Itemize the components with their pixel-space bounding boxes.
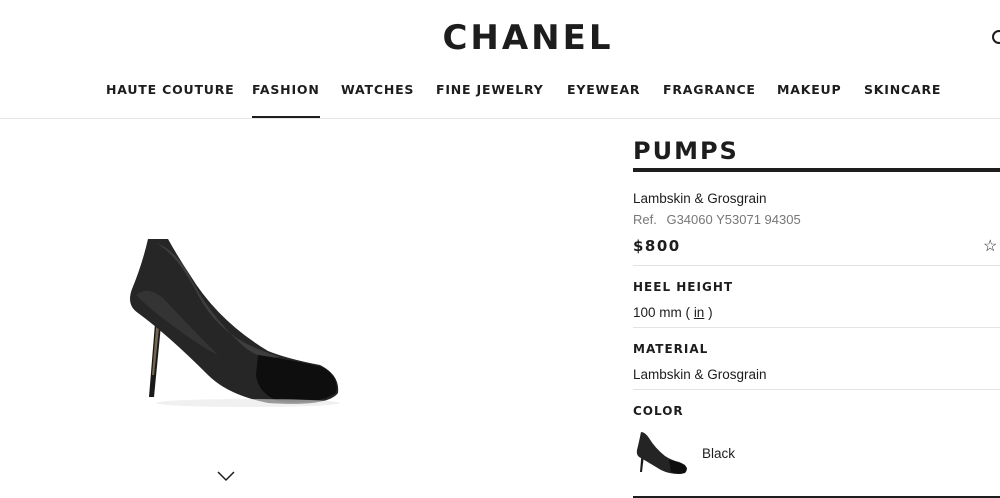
nav-item-watches[interactable]: WATCHES	[341, 82, 414, 119]
paren-open: (	[685, 305, 691, 320]
nav-item-eyewear[interactable]: EYEWEAR	[567, 82, 640, 119]
nav-item-makeup[interactable]: MAKEUP	[777, 82, 841, 119]
divider	[633, 327, 1000, 328]
product-price: $800	[633, 237, 681, 255]
heel-height-label: HEEL HEIGHT	[633, 280, 734, 294]
ref-value: G34060 Y53071 94305	[666, 212, 801, 227]
paren-close: )	[708, 305, 713, 320]
search-icon[interactable]	[992, 30, 1000, 44]
color-swatch-black[interactable]	[633, 428, 689, 476]
nav-divider	[0, 118, 1000, 119]
heel-height-value: 100 mm ( in )	[633, 305, 713, 320]
product-image[interactable]	[108, 225, 348, 410]
star-icon[interactable]: ☆	[983, 236, 997, 256]
nav-item-haute-couture[interactable]: HAUTE COUTURE	[106, 82, 235, 119]
nav-item-skincare[interactable]: SKINCARE	[864, 82, 941, 119]
unit-toggle-link[interactable]: in	[694, 305, 705, 320]
nav-item-fine-jewelry[interactable]: FINE JEWELRY	[436, 82, 544, 119]
chevron-down-icon[interactable]	[217, 470, 235, 482]
material-value: Lambskin & Grosgrain	[633, 367, 767, 382]
product-reference: Ref. G34060 Y53071 94305	[633, 212, 801, 227]
divider	[633, 389, 1000, 390]
nav-item-fragrance[interactable]: FRAGRANCE	[663, 82, 756, 119]
heel-height-mm: 100 mm	[633, 305, 682, 320]
main-nav: HAUTE COUTURE FASHION WATCHES FINE JEWEL…	[0, 82, 1000, 119]
product-title: PUMPS	[633, 137, 739, 165]
color-label: COLOR	[633, 404, 684, 418]
material-label: MATERIAL	[633, 342, 709, 356]
nav-item-fashion[interactable]: FASHION	[252, 82, 320, 119]
color-name: Black	[702, 446, 736, 461]
product-subtitle: Lambskin & Grosgrain	[633, 191, 767, 206]
ref-label: Ref.	[633, 212, 657, 227]
brand-logo[interactable]: CHANEL	[0, 18, 1000, 58]
divider	[633, 265, 1000, 266]
title-rule	[633, 168, 1000, 172]
